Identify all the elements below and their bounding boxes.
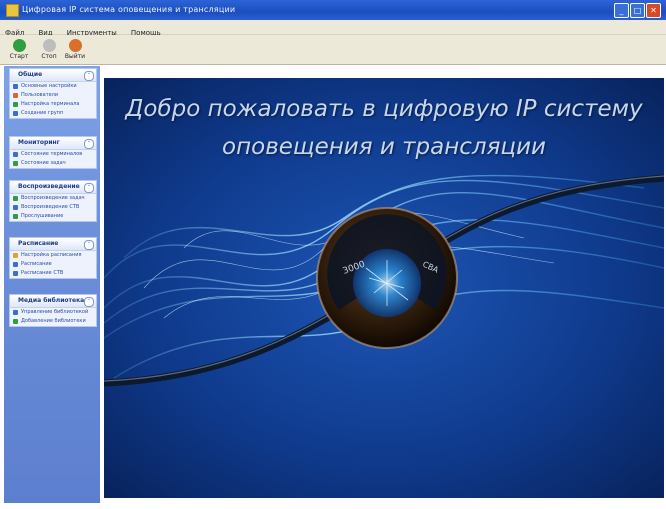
sidebar: Общие ˄ Основные настройки Пользователи … [4, 66, 100, 503]
sidebar-item-groups[interactable]: Создание групп [10, 109, 96, 118]
minimize-button[interactable]: _ [614, 3, 629, 18]
app-icon [6, 4, 19, 17]
users-icon [13, 93, 18, 98]
panel-header[interactable]: Расписание ˄ [10, 238, 96, 251]
exit-button[interactable]: Выйти [62, 37, 88, 63]
monitor-icon [13, 152, 18, 157]
chevron-up-icon[interactable]: ˄ [84, 183, 94, 193]
terminal-icon [13, 102, 18, 107]
panel-header[interactable]: Мониторинг ˄ [10, 137, 96, 150]
sidebar-item-library-manage[interactable]: Управление библиотекой [10, 308, 96, 317]
panel-title: Расписание [18, 240, 59, 247]
panel-title: Медиа библиотека [18, 297, 85, 304]
panel-header[interactable]: Воспроизведение ˄ [10, 181, 96, 194]
sidebar-item-schedule[interactable]: Расписание [10, 260, 96, 269]
settings-icon [13, 84, 18, 89]
chevron-up-icon[interactable]: ˄ [84, 297, 94, 307]
panel-general: Общие ˄ Основные настройки Пользователи … [9, 68, 97, 119]
calendar-icon [13, 253, 18, 258]
stop-icon [42, 39, 56, 52]
calendar-icon [13, 271, 18, 276]
play-icon [13, 196, 18, 201]
panel-header[interactable]: Медиа библиотека ˄ [10, 295, 96, 308]
panel-playback: Воспроизведение ˄ Воспроизведение задач … [9, 180, 97, 222]
chevron-up-icon[interactable]: ˄ [84, 71, 94, 81]
start-icon [12, 39, 26, 52]
groups-icon [13, 111, 18, 116]
title-bar: Цифровая IP система оповещения и трансля… [0, 0, 666, 20]
exit-label: Выйти [64, 53, 86, 60]
play-icon [13, 205, 18, 210]
stop-label: Стоп [41, 53, 57, 60]
task-icon [13, 161, 18, 166]
panel-monitoring: Мониторинг ˄ Состояние терминалов Состоя… [9, 136, 97, 169]
sidebar-item-library-add[interactable]: Добавление библиотеки [10, 317, 96, 326]
panel-title: Воспроизведение [18, 183, 80, 190]
panel-header[interactable]: Общие ˄ [10, 69, 96, 82]
sidebar-item-task-status[interactable]: Состояние задач [10, 159, 96, 168]
toolbar: Старт Стоп Выйти [0, 35, 666, 65]
sidebar-item-listen[interactable]: Прослушивание [10, 212, 96, 221]
window-title: Цифровая IP система оповещения и трансля… [22, 5, 236, 14]
stop-button[interactable]: Стоп [36, 37, 62, 63]
close-button[interactable]: ✕ [646, 3, 661, 18]
sidebar-item-settings[interactable]: Основные настройки [10, 82, 96, 91]
chevron-up-icon[interactable]: ˄ [84, 139, 94, 149]
chevron-up-icon[interactable]: ˄ [84, 240, 94, 250]
start-button[interactable]: Старт [6, 37, 32, 63]
exit-icon [68, 39, 82, 52]
maximize-button[interactable]: □ [630, 3, 645, 18]
headphones-icon [13, 214, 18, 219]
library-icon [13, 310, 18, 315]
sidebar-item-users[interactable]: Пользователи [10, 91, 96, 100]
welcome-banner: 3000 CBA Добро пожаловать в цифровую IP … [104, 78, 664, 498]
sidebar-item-play-tasks[interactable]: Воспроизведение задач [10, 194, 96, 203]
panel-schedule: Расписание ˄ Настройка расписания Распис… [9, 237, 97, 279]
sidebar-item-play-stv[interactable]: Воспроизведение СТВ [10, 203, 96, 212]
start-label: Старт [9, 53, 29, 60]
panel-title: Общие [18, 71, 43, 78]
welcome-line-1: Добро пожаловать в цифровую IP систему [125, 96, 643, 122]
calendar-icon [13, 262, 18, 267]
menu-bar: Файл Вид Инструменты Помощь [0, 20, 666, 37]
sidebar-item-schedule-stv[interactable]: Расписание СТВ [10, 269, 96, 278]
welcome-line-2: оповещения и трансляции [222, 134, 546, 160]
add-icon [13, 319, 18, 324]
panel-media-library: Медиа библиотека ˄ Управление библиотеко… [9, 294, 97, 327]
panel-title: Мониторинг [18, 139, 60, 146]
sidebar-item-terminal[interactable]: Настройка терминала [10, 100, 96, 109]
sidebar-item-terminal-status[interactable]: Состояние терминалов [10, 150, 96, 159]
sidebar-item-schedule-settings[interactable]: Настройка расписания [10, 251, 96, 260]
